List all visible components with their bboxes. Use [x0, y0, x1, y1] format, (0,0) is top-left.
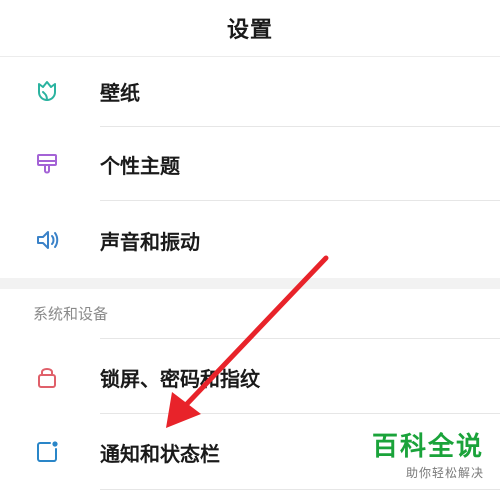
settings-item-label: 个性主题 [100, 154, 180, 178]
settings-item-label: 通知和状态栏 [100, 442, 220, 466]
settings-item-label: 锁屏、密码和指纹 [100, 367, 260, 391]
page-title: 设置 [226, 18, 273, 43]
wallpaper-icon [33, 77, 61, 105]
speaker-icon [33, 226, 61, 254]
section-header: 系统和设备 [33, 305, 109, 323]
settings-item-wallpaper[interactable]: 壁纸 [0, 57, 500, 127]
notification-icon [33, 438, 61, 466]
theme-brush-icon [33, 150, 61, 178]
settings-item-sound[interactable]: 声音和振动 [0, 201, 500, 278]
lock-icon [33, 363, 61, 391]
row-divider [100, 338, 500, 339]
section-separator [0, 278, 500, 289]
watermark-logo: 百科全说 助你轻松解决 [358, 426, 488, 490]
settings-item-lock-screen[interactable]: 锁屏、密码和指纹 [0, 338, 500, 414]
header-bar: 设置 [0, 0, 500, 56]
watermark-main-text: 百科全说 [371, 432, 484, 462]
settings-item-theme[interactable]: 个性主题 [0, 127, 500, 201]
settings-item-label: 壁纸 [100, 81, 140, 105]
settings-item-label: 声音和振动 [100, 230, 200, 254]
watermark-sub-text: 助你轻松解决 [405, 466, 484, 480]
